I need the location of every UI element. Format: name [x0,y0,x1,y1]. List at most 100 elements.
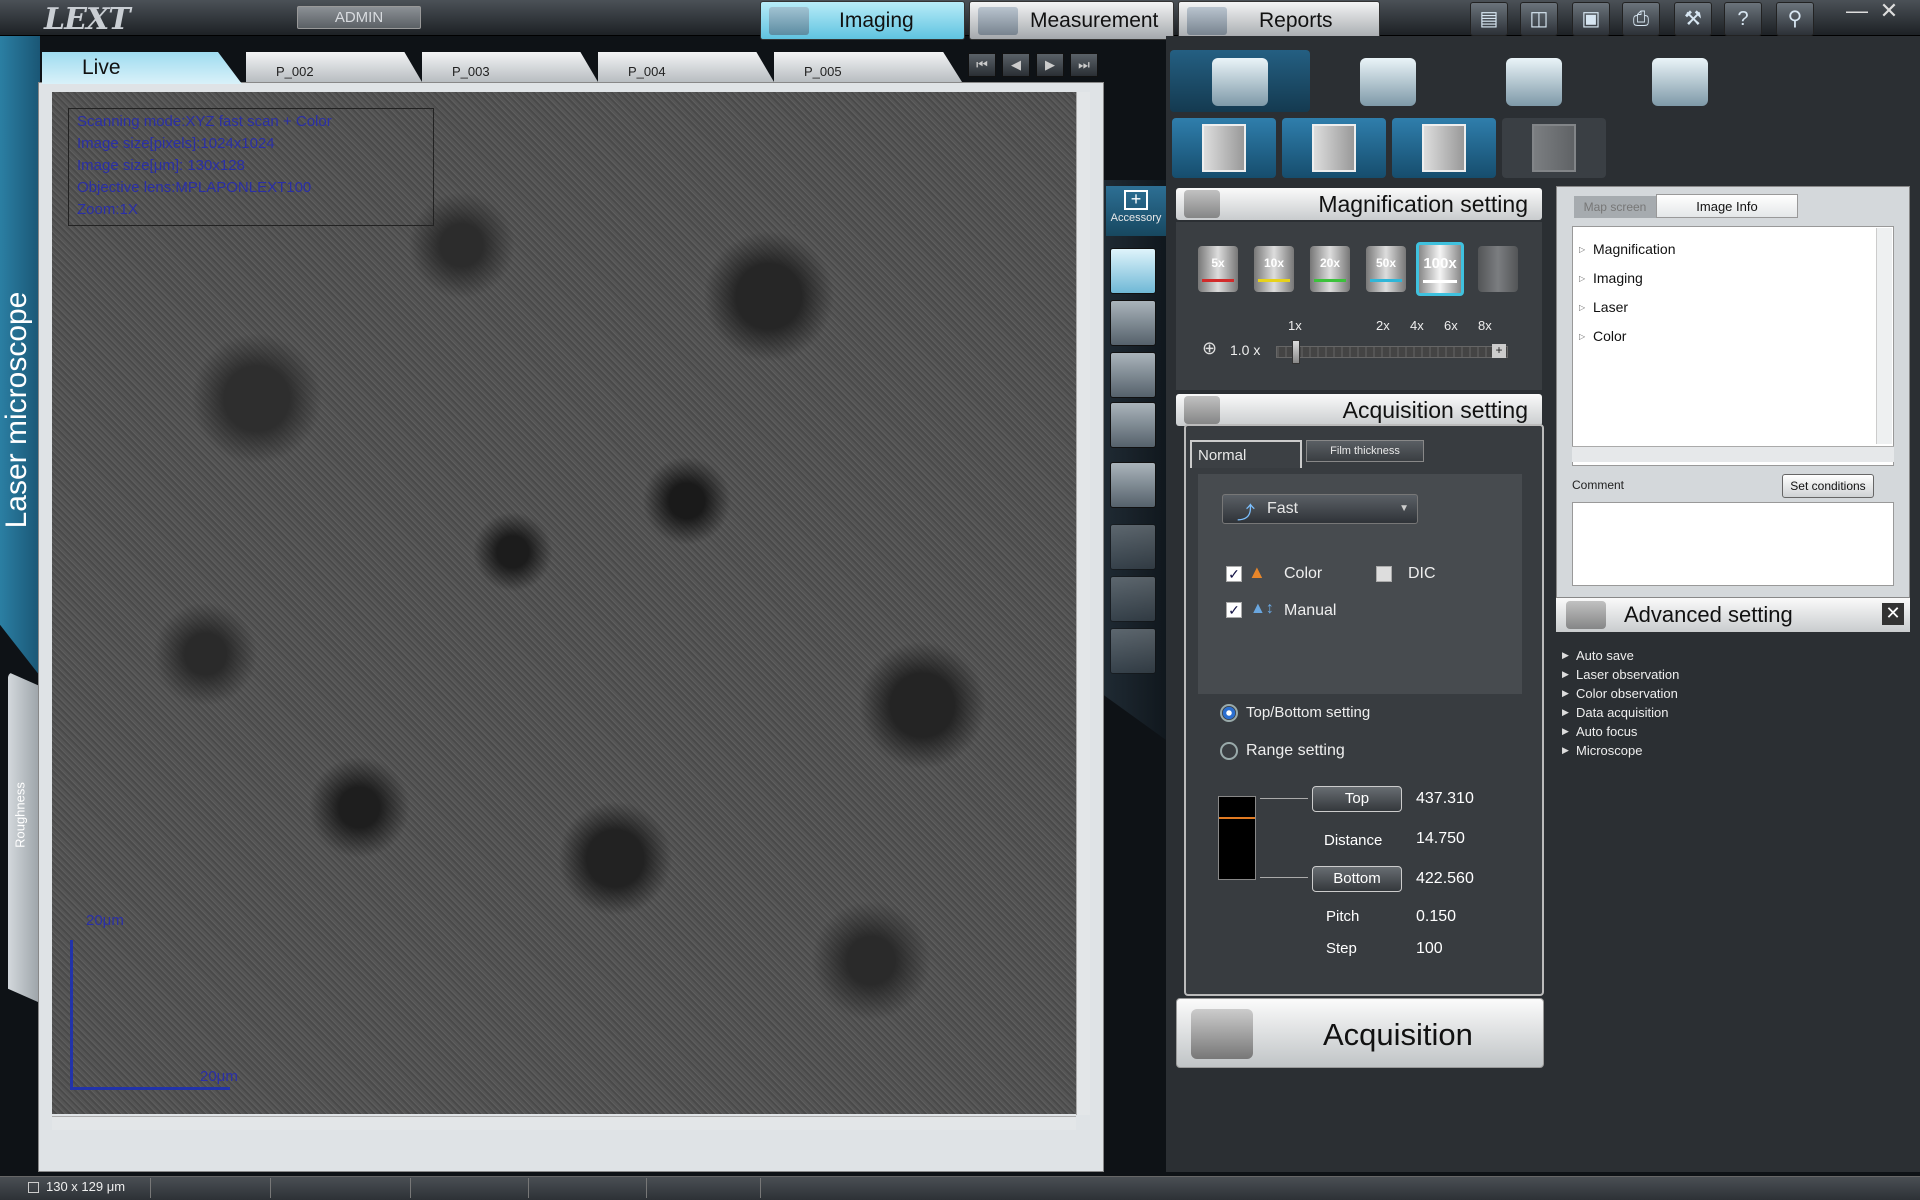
tab-p003[interactable]: P_003 [422,52,598,82]
live-image[interactable] [52,92,1076,1114]
tab-live[interactable]: Live [42,52,242,84]
adv-item-color-observation[interactable]: Color observation [1562,686,1678,705]
adv-item-microscope[interactable]: Microscope [1562,743,1642,762]
scan-mode-dropdown[interactable]: ⤴ Fast ▼ [1222,494,1418,524]
3d-color-view-icon[interactable] [1110,402,1156,448]
close-icon[interactable]: ✕ [1876,0,1902,24]
set-conditions-button[interactable]: Set conditions [1782,474,1874,498]
color-checkbox[interactable]: ✓ [1226,566,1242,582]
configuration-mode-icon[interactable] [1610,50,1750,112]
zoom-plus-icon[interactable]: + [1492,344,1506,358]
last-image-button[interactable]: ⏭ [1070,53,1098,77]
user-badge[interactable]: ADMIN [297,6,421,29]
tree-item-color[interactable]: Color [1573,322,1893,351]
adv-item-laser-observation[interactable]: Laser observation [1562,667,1679,686]
minimize-icon[interactable]: — [1844,0,1870,24]
lens-10x-label: 10x [1263,256,1285,270]
open-file-icon[interactable]: ◫ [1520,2,1558,36]
adv-item-auto-focus[interactable]: Auto focus [1562,724,1637,743]
lens-20x-button[interactable]: 20x [1310,246,1350,292]
lens-10x-button[interactable]: 10x [1254,246,1294,292]
adv-item-auto-save[interactable]: Auto save [1562,648,1634,667]
3d-view-icon[interactable] [1110,352,1156,398]
acquisition-button[interactable]: Acquisition [1176,998,1544,1068]
tab-p005[interactable]: P_005 [774,52,962,82]
tools-icon[interactable]: ⚒ [1674,2,1712,36]
comment-field[interactable] [1572,502,1894,586]
info-objective: Objective lens:MPLAPONLEXT100 [77,179,312,196]
fit-view-icon[interactable] [1110,524,1156,570]
key-icon[interactable]: ⚲ [1776,2,1814,36]
bottom-connector [1260,877,1308,878]
acquisition-button-label: Acquisition [1323,1017,1473,1052]
manual-checkbox[interactable]: ✓ [1226,602,1242,618]
zoom-slider[interactable] [1276,346,1508,358]
acquisition-header: Acquisition setting [1176,394,1542,426]
bottom-value: 422.560 [1416,870,1474,887]
topbottom-radio[interactable] [1220,704,1238,722]
close-icon[interactable]: ✕ [1882,603,1904,625]
fast-scan-icon: ⤴ [1237,503,1255,523]
info-size-um: Image size[μm]: 130x128 [77,157,245,174]
zoom-slider-handle[interactable] [1292,340,1300,364]
image-vertical-scrollbar[interactable] [1076,92,1090,1115]
scale-label-vertical: 20μm [86,912,124,929]
save-icon[interactable]: ▣ [1572,2,1610,36]
tab-p004[interactable]: P_004 [598,52,774,82]
z-range-indicator [1218,796,1256,880]
color-view-icon[interactable] [1110,300,1156,346]
lens-5x-button[interactable]: 5x [1198,246,1238,292]
image-horizontal-scrollbar[interactable] [52,1116,1076,1130]
dic-checkbox[interactable] [1376,566,1392,582]
measurement-icon [978,7,1018,35]
laser-view-icon[interactable] [1110,248,1156,294]
tab-p002[interactable]: P_002 [246,52,422,82]
tree-item-laser[interactable]: Laser [1573,293,1893,322]
tree-vertical-scrollbar[interactable] [1876,228,1892,444]
help-icon[interactable]: ? [1724,2,1762,36]
accessory-label: Accessory [1110,212,1162,224]
lens-50x-label: 50x [1375,256,1397,270]
tab-measurement[interactable]: Measurement [969,1,1174,40]
range-radio[interactable] [1220,742,1238,760]
lens-100x-button[interactable]: 100x [1416,242,1464,296]
print-icon[interactable]: ⎙ [1622,2,1660,36]
laser-image-icon[interactable] [1282,118,1386,178]
dic-label: DIC [1408,565,1436,582]
next-image-button[interactable]: ▶ [1036,53,1064,77]
multi-view-icon[interactable] [1110,462,1156,508]
tab-normal[interactable]: Normal [1190,440,1302,468]
tab-image-info[interactable]: Image Info [1656,194,1798,218]
settings-mode-icon[interactable] [1318,50,1458,112]
tab-film-thickness[interactable]: Film thickness [1306,440,1424,462]
zoom-tick-1x: 1x [1288,318,1302,333]
analysis-mode-icon[interactable] [1464,50,1604,112]
prev-image-button[interactable]: ◀ [1002,53,1030,77]
color-image-icon[interactable] [1172,118,1276,178]
options-image-icon[interactable] [1502,118,1606,178]
multi-image-icon[interactable] [1392,118,1496,178]
status-divider [528,1178,529,1198]
lens-50x-button[interactable]: 50x [1366,246,1406,292]
size-icon [28,1182,39,1193]
tab-imaging[interactable]: Imaging [760,1,965,40]
accessory-button[interactable]: + Accessory [1106,186,1166,236]
status-divider [646,1178,647,1198]
stitch-view-icon[interactable] [1110,576,1156,622]
comment-label: Comment [1572,478,1625,492]
first-image-button[interactable]: ⏮ [968,53,996,77]
microscope-mode-icon[interactable] [1170,50,1310,112]
info-scan-mode: Scanning mode:XYZ fast scan + Color [77,113,332,130]
tab-reports-label: Reports [1259,9,1333,32]
tab-map-screen[interactable]: Map screen [1574,196,1656,218]
adv-item-data-acquisition[interactable]: Data acquisition [1562,705,1669,724]
bottom-button[interactable]: Bottom [1312,866,1402,892]
top-button[interactable]: Top [1312,786,1402,812]
new-file-icon[interactable]: ▤ [1470,2,1508,36]
tree-item-magnification[interactable]: Magnification [1573,235,1893,264]
status-bar [0,1176,1920,1200]
export-view-icon[interactable] [1110,628,1156,674]
tab-reports[interactable]: Reports [1178,1,1380,40]
tree-item-imaging[interactable]: Imaging [1573,264,1893,293]
tree-horizontal-scrollbar[interactable] [1572,446,1894,462]
